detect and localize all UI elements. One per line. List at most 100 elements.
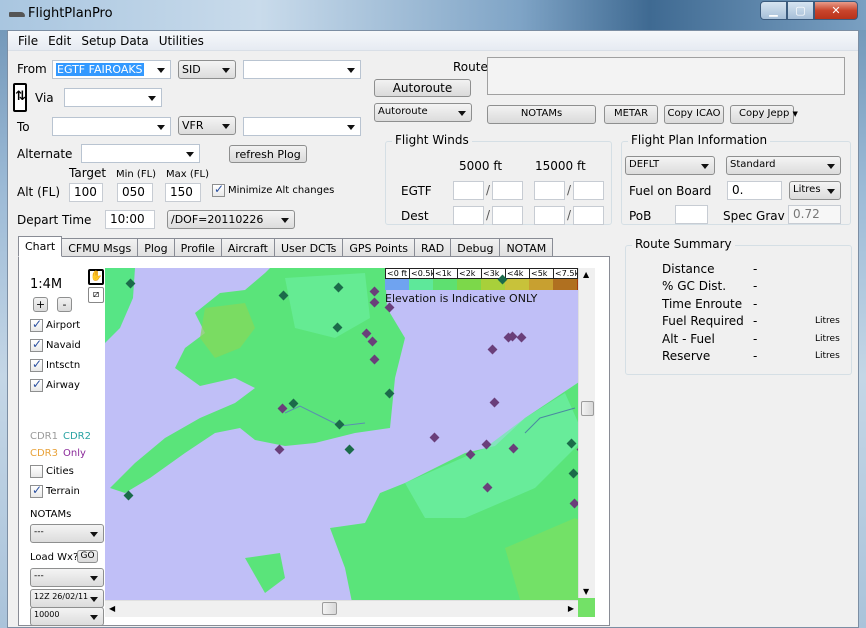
profile-select[interactable]: DEFLT	[625, 156, 715, 175]
tab-rad[interactable]: RAD	[414, 238, 452, 257]
airway-checkbox[interactable]	[30, 377, 43, 392]
wind-dest-5000-dir[interactable]	[453, 206, 484, 225]
tab-notam[interactable]: NOTAM	[499, 238, 554, 257]
copy-icao-button[interactable]: Copy ICAO	[664, 105, 724, 124]
legend-swatch	[385, 279, 409, 290]
pan-hand-icon[interactable]: ✋	[88, 269, 104, 285]
route-input[interactable]	[487, 57, 845, 95]
tab-profile[interactable]: Profile	[173, 238, 222, 257]
wind-dest-15000-spd[interactable]	[573, 206, 604, 225]
pob-input[interactable]	[675, 205, 708, 224]
tab-aircraft[interactable]: Aircraft	[220, 238, 275, 257]
map-vertical-scrollbar[interactable]: ▲ ▼	[578, 268, 595, 598]
route-summary-value: -	[753, 296, 758, 311]
vertical-scroll-thumb[interactable]	[581, 401, 594, 416]
chevron-down-icon	[827, 164, 835, 169]
sid-detail-combo[interactable]	[243, 60, 361, 79]
swap-icon[interactable]: ⇅	[13, 83, 27, 112]
wind-egtf-15000-dir[interactable]	[534, 181, 565, 200]
legend-entry: <2k	[457, 268, 481, 290]
wind-egtf-5000-dir[interactable]	[453, 181, 484, 200]
zoom-in-button[interactable]: +	[33, 297, 48, 312]
scroll-up-icon[interactable]: ▲	[583, 270, 589, 279]
to-combo[interactable]	[52, 117, 171, 136]
legend-swatch	[409, 279, 433, 290]
wx-level-select[interactable]: 10000	[30, 607, 104, 626]
tab-user-dcts[interactable]: User DCTs	[274, 238, 344, 257]
refresh-plog-button[interactable]: refresh Plog	[229, 145, 307, 163]
close-button[interactable]: ✕	[814, 1, 858, 20]
target-alt-input[interactable]: 100	[69, 183, 103, 202]
wind-dest-15000-dir[interactable]	[534, 206, 565, 225]
metar-button[interactable]: METAR	[604, 105, 658, 124]
menu-setup-data[interactable]: Setup Data	[76, 31, 153, 50]
target-label: Target	[69, 166, 107, 180]
cities-label: Cities	[46, 466, 74, 477]
navaid-checkbox[interactable]	[30, 337, 43, 352]
alternate-combo[interactable]	[81, 144, 200, 163]
scroll-down-icon[interactable]: ▼	[583, 587, 589, 596]
legend-swatch	[505, 279, 529, 290]
star-select[interactable]: VFR	[178, 116, 236, 135]
fuel-unit-select[interactable]: Litres	[789, 181, 841, 200]
intsctn-checkbox[interactable]	[30, 357, 43, 372]
tab-cfmu-msgs[interactable]: CFMU Msgs	[61, 238, 139, 257]
fuel-on-board-input[interactable]: 0.	[727, 181, 782, 200]
route-summary-value: -	[753, 331, 758, 346]
notams-filter-select[interactable]: ---	[30, 524, 104, 543]
wind-egtf-5000-spd[interactable]	[492, 181, 523, 200]
route-summary-value: -	[753, 349, 758, 363]
horizontal-scroll-thumb[interactable]	[322, 602, 337, 615]
max-alt-input[interactable]: 150	[165, 183, 201, 202]
chart-map[interactable]: <0 ft<0.5k<1k<2k<3k<4k<5k<7.5k<10k>10k E…	[105, 268, 595, 617]
scroll-right-icon[interactable]: ▶	[568, 604, 574, 613]
airway-label: Airway	[46, 380, 80, 391]
cities-checkbox[interactable]	[30, 465, 43, 478]
minimize-alt-checkbox[interactable]	[212, 182, 225, 197]
via-combo[interactable]	[64, 88, 162, 107]
autoroute-button[interactable]: Autoroute	[374, 79, 471, 97]
copy-jepp-button[interactable]: Copy Jepp ▼	[730, 105, 798, 124]
go-button[interactable]: GO	[77, 550, 98, 563]
mode-select[interactable]: Standard	[726, 156, 841, 175]
zoom-out-button[interactable]: -	[57, 297, 72, 312]
wind-col-15000: 15000 ft	[535, 159, 586, 173]
menu-file[interactable]: File	[13, 31, 43, 50]
wind-dest-5000-spd[interactable]	[492, 206, 523, 225]
sid-select[interactable]: SID	[178, 60, 236, 79]
maximize-button[interactable]: ▢	[787, 1, 814, 20]
dof-select[interactable]: /DOF=20110226	[167, 210, 295, 229]
star-detail-combo[interactable]	[243, 117, 361, 136]
legend-entry: <5k	[529, 268, 553, 290]
chevron-down-icon	[157, 68, 165, 73]
tab-gps-points[interactable]: GPS Points	[342, 238, 416, 257]
ruler-icon[interactable]: ⧄	[88, 287, 104, 303]
depart-time-label: Depart Time	[17, 213, 92, 227]
min-alt-input[interactable]: 050	[117, 183, 153, 202]
map-horizontal-scrollbar[interactable]: ◀ ▶	[105, 600, 578, 617]
elevation-legend: <0 ft<0.5k<1k<2k<3k<4k<5k<7.5k<10k>10k	[385, 268, 595, 290]
legend-label: <2k	[457, 268, 481, 279]
menu-edit[interactable]: Edit	[43, 31, 76, 50]
wx-select[interactable]: ---	[30, 568, 104, 587]
minimize-button[interactable]: ▁	[760, 1, 787, 20]
from-combo[interactable]: EGTF FAIROAKS	[52, 60, 171, 79]
terrain-checkbox[interactable]	[30, 483, 43, 498]
tab-chart[interactable]: Chart	[18, 236, 63, 257]
window-title: FlightPlanPro	[28, 6, 113, 21]
route-summary-group: Route Summary Distance -% GC Dist. - Time E…	[625, 237, 852, 375]
tab-debug[interactable]: Debug	[450, 238, 501, 257]
menu-utilities[interactable]: Utilities	[154, 31, 209, 50]
flight-winds-title: Flight Winds	[392, 133, 472, 147]
wx-time-select[interactable]: 12Z 26/02/11	[30, 589, 104, 608]
scroll-left-icon[interactable]: ◀	[109, 604, 115, 613]
airport-checkbox[interactable]	[30, 317, 43, 332]
autoroute-select[interactable]: Autoroute	[374, 103, 472, 122]
chevron-down-icon	[458, 111, 466, 116]
notams-button[interactable]: NOTAMs	[487, 105, 596, 124]
tab-plog[interactable]: Plog	[137, 238, 175, 257]
chevron-down-icon	[90, 576, 98, 581]
spec-grav-input[interactable]: 0.72	[788, 205, 841, 224]
wind-egtf-15000-spd[interactable]	[573, 181, 604, 200]
depart-time-input[interactable]: 10:00	[105, 210, 155, 229]
